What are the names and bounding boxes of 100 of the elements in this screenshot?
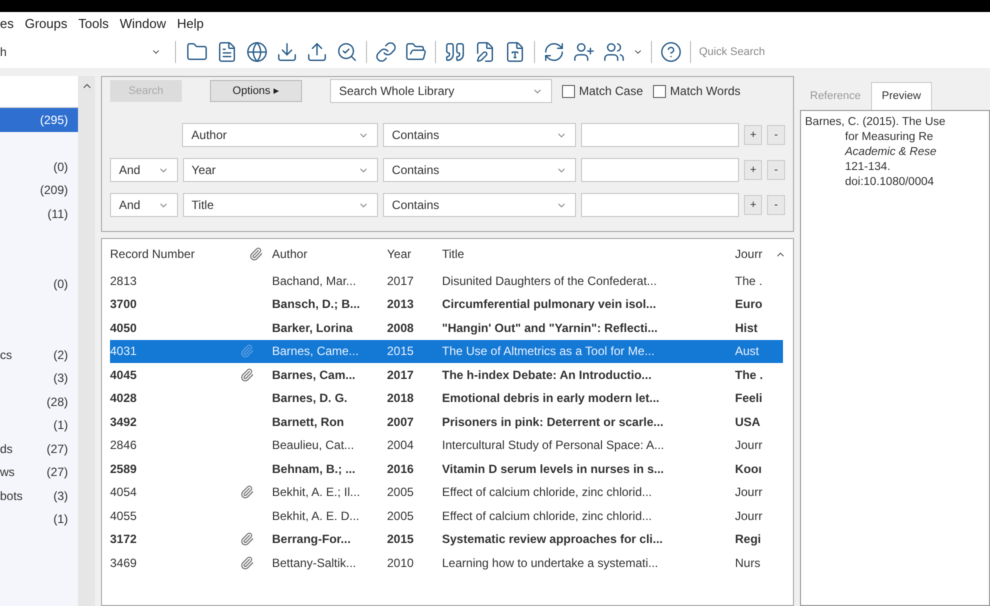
group-row[interactable]: (1) (0, 508, 78, 531)
condition-dropdown[interactable]: Contains (382, 123, 576, 147)
operator-dropdown[interactable]: And (110, 193, 178, 217)
search-icon[interactable] (336, 41, 358, 63)
column-header[interactable]: Author (272, 245, 387, 263)
table-row[interactable]: 3700 Bansch, D.; B... 2013 Circumferential pulmonary vein isol... Euro (110, 292, 783, 316)
field-dropdown[interactable]: Year (182, 158, 378, 182)
table-row[interactable]: 2589 Behnam, B.; ... 2016 Vitamin D serum levels in nurses in s... Kooı (110, 457, 783, 480)
group-row[interactable]: (295) (0, 108, 78, 132)
group-row[interactable]: ds (27) (0, 437, 78, 460)
folder-icon[interactable] (186, 41, 208, 63)
edit-document-icon[interactable] (474, 41, 496, 63)
table-cell-text: 2013 (387, 296, 415, 314)
field-dropdown[interactable]: Title (182, 193, 378, 217)
menu-item[interactable]: Help (176, 14, 204, 34)
remove-row-button[interactable]: - (767, 160, 786, 180)
table-cell-text: Jourr (735, 508, 764, 525)
table-cell-text: Effect of calcium chloride, zinc chlorid... (442, 508, 653, 525)
table-cell-text: Effect of calcium chloride, zinc chlorid... (442, 484, 653, 502)
upload-icon[interactable] (306, 41, 328, 63)
table-cell-text: Hist (735, 320, 759, 337)
checkbox[interactable]: Match Words (653, 82, 740, 100)
table-cell-text: 4050 (110, 320, 138, 337)
table-row[interactable]: 4055 Bekhit, A. E. D... 2005 Effect of calcium chloride, zinc chlorid... Jourr (110, 504, 783, 528)
add-row-button[interactable]: + (744, 125, 762, 145)
table-row[interactable]: 4045 Barnes, Cam... 2017 The h-index Debate: An Introductio... The . (110, 363, 783, 386)
table-row[interactable]: 3469 Bettany-Saltik... 2010 Learning how to undertake a systemati... Nurs (110, 551, 783, 574)
add-row-button[interactable]: + (744, 160, 762, 180)
menu-item[interactable]: Window (120, 14, 166, 34)
group-row[interactable]: bots (3) (0, 484, 78, 508)
search-value-field[interactable] (581, 158, 740, 182)
table-cell-text: Kooı (735, 460, 763, 478)
users-icon[interactable] (603, 41, 625, 63)
group-row[interactable]: (11) (0, 202, 78, 226)
user-add-icon[interactable] (573, 41, 595, 63)
options-button[interactable]: Options ▸ (210, 80, 302, 102)
table-cell-text: Nurs (735, 554, 762, 572)
group-row[interactable]: cs (2) (0, 343, 78, 366)
search-value-field[interactable] (581, 123, 740, 147)
help-icon[interactable] (660, 41, 682, 63)
remove-row-button[interactable]: - (767, 125, 786, 145)
group-row[interactable]: (0) (0, 155, 78, 178)
style-dropdown[interactable]: h (0, 41, 165, 63)
column-header[interactable]: Record Number (110, 245, 240, 263)
folder-icon[interactable] (405, 41, 427, 63)
group-row[interactable]: (3) (0, 366, 78, 390)
tab[interactable]: Preview (870, 82, 932, 110)
groups-filter-field[interactable] (0, 76, 78, 108)
menu-item[interactable]: Tools (78, 14, 109, 34)
table-row[interactable]: 4031 Barnes, Came... 2015 The Use of Altmetrics as a Tool for Me... Aust (110, 340, 783, 363)
citation-line: for Measuring Re (845, 130, 934, 145)
condition-dropdown[interactable]: Contains (382, 193, 576, 217)
remove-row-button[interactable]: - (767, 195, 786, 215)
add-row-button[interactable]: + (744, 195, 762, 215)
table-row[interactable]: 4054 Bekhit, A. E.; Il... 2005 Effect of calcium chloride, zinc chlorid... Jourr (110, 480, 783, 504)
column-header[interactable]: Title (442, 245, 735, 263)
citation-line: doi:10.1080/0004 (845, 175, 934, 190)
sync-icon[interactable] (543, 41, 565, 63)
table-cell-text: 2017 (387, 272, 415, 290)
operator-dropdown[interactable]: And (110, 158, 178, 182)
scrollbar[interactable] (78, 76, 95, 606)
menu-item[interactable]: es (0, 14, 14, 34)
menu-item[interactable]: Groups (24, 14, 68, 34)
table-row[interactable]: 4050 Barker, Lorina 2008 "Hangin' Out" and "Yarnin": Reflecti... Hist (110, 316, 783, 340)
globe-icon[interactable] (246, 41, 268, 63)
link-icon[interactable] (375, 41, 397, 63)
table-row[interactable]: 2813 Bachand, Mar... 2017 Disunited Daughters of the Confederat... The . (110, 269, 783, 292)
group-row[interactable]: (28) (0, 390, 78, 414)
group-row[interactable]: (209) (0, 178, 78, 202)
scope-dropdown[interactable]: Search Whole Library (330, 79, 552, 103)
table-cell-text: Jourr (735, 484, 764, 502)
table-cell-text: 2017 (387, 366, 415, 384)
column-header[interactable]: Jourr (735, 245, 775, 263)
table-cell-text: 2846 (110, 437, 138, 454)
column-header[interactable]: Year (387, 245, 442, 263)
table-row[interactable]: 4028 Barnes, D. G. 2018 Emotional debris in early modern let... Feeli (110, 386, 783, 410)
condition-dropdown[interactable]: Contains (382, 158, 576, 182)
table-cell-text: 3700 (110, 296, 138, 314)
table-cell-text: 2005 (387, 508, 415, 525)
group-row[interactable]: (0) (0, 272, 78, 296)
table-cell-text: 4055 (110, 508, 138, 525)
group-row[interactable]: ws (27) (0, 460, 78, 484)
group-row[interactable]: (1) (0, 414, 78, 437)
checkbox[interactable]: Match Case (562, 82, 644, 100)
table-cell-text: Prisoners in pink: Deterrent or scarle... (442, 414, 664, 431)
table-cell-text: The . (735, 272, 764, 290)
table-row[interactable]: 3492 Barnett, Ron 2007 Prisoners in pink: Deterrent or scarle... USA (110, 410, 783, 434)
quote-icon[interactable] (444, 41, 466, 63)
field-dropdown[interactable]: Author (182, 123, 378, 147)
table-cell-text: Barker, Lorina (272, 320, 354, 337)
document-icon[interactable] (216, 41, 238, 63)
table-cell-text: Barnes, Came... (272, 343, 360, 360)
table-row[interactable]: 2846 Beaulieu, Cat... 2004 Intercultural Study of Personal Space: A... Jourr (110, 434, 783, 457)
search-value-field[interactable] (581, 193, 740, 217)
table-row[interactable]: 3172 Berrang-For... 2015 Systematic review approaches for cli... Regi (110, 528, 783, 551)
download-icon[interactable] (276, 41, 298, 63)
table-cell-text: Feeli (735, 390, 764, 408)
table-cell-text: 2004 (387, 437, 415, 454)
table-cell-text: Behnam, B.; ... (272, 460, 356, 478)
table-cell-text: 3469 (110, 554, 138, 572)
